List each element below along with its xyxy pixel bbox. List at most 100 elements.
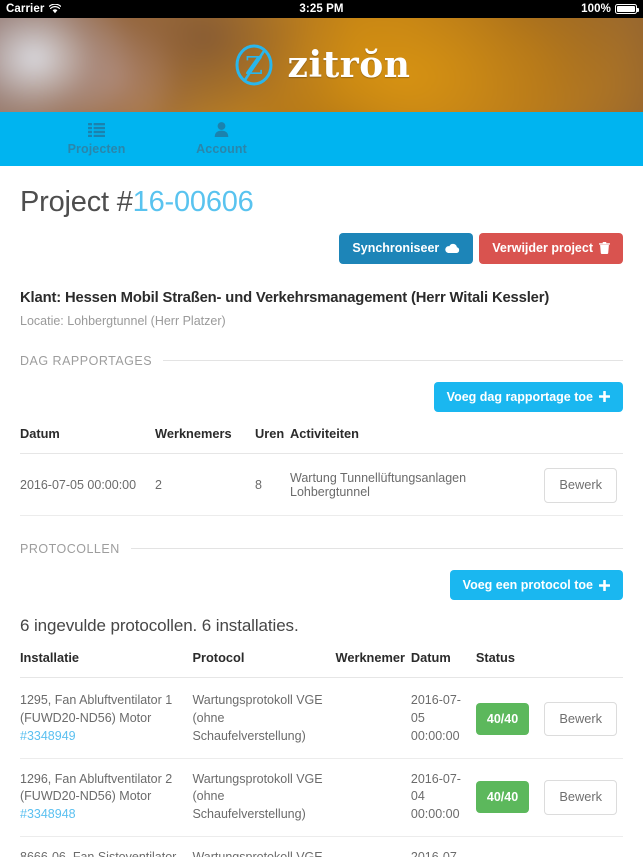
cell-installatie: 8666-06, Fan Sistoventilator 1 (ZVN 10-7… [20,836,193,857]
col-uren: Uren [255,426,290,454]
plus-icon [599,391,610,403]
main-navigation: Projecten Account [0,112,643,166]
cell-werknemer [335,836,411,857]
zitron-z-circle-logo: Z [233,44,275,86]
table-row: 1295, Fan Abluftventilator 1 (FUWD20-ND5… [20,677,623,759]
section-label-protocollen: PROTOCOLLEN [20,541,120,556]
cell-uren: 8 [255,453,290,516]
dag-rapportages-table: Datum Werknemers Uren Activiteiten 2016-… [20,426,623,516]
klant-line: Klant: Hessen Mobil Straßen- und Verkehr… [20,289,550,306]
nav-label-account: Account [196,142,247,156]
project-number: 16-00606 [132,186,254,218]
dag-rapportage-add-row: Voeg dag rapportage toe [20,381,623,412]
cell-protocol: Wartungsprotokoll VGE (ohne Schaufelvers… [192,836,336,857]
status-bar-right: 100% [581,3,639,15]
col-actions [543,650,623,679]
protocollen-summary: 6 ingevulde protocollen. 6 installaties. [20,616,299,636]
bewerk-button[interactable]: Bewerk [544,468,617,503]
voeg-een-protocol-toe-button[interactable]: Voeg een protocol toe [449,569,623,601]
status-bar: Carrier 3:25 PM 100% [0,0,643,18]
status-badge: 40/40 [475,780,530,814]
bewerk-button[interactable]: Bewerk [544,779,617,815]
cloud-icon [445,243,460,254]
cell-datum: 2016-07-05 00:00:00 [410,677,476,759]
col-installatie: Installatie [20,650,193,679]
project-action-buttons: Synchroniseer Verwijder project [20,233,623,264]
col-activiteiten: Activiteiten [290,426,541,454]
table-header-row: Datum Werknemers Uren Activiteiten [20,426,623,454]
cell-status: 40/40 [475,836,544,857]
cell-status: 40/40 [475,677,544,759]
nav-item-projecten[interactable]: Projecten [34,122,159,156]
cell-werknemers: 2 [155,453,255,516]
table-row: 1296, Fan Abluftventilator 2 (FUWD20-ND5… [20,758,623,837]
table-header-row: Installatie Protocol Werknemer Datum Sta… [20,650,623,679]
col-datum: Datum [410,650,476,679]
voeg-een-protocol-toe-label: Voeg een protocol toe [462,577,593,592]
status-bar-left: Carrier [6,3,62,15]
cell-actions: Bewerk [543,836,623,857]
status-badge: 40/40 [475,702,530,736]
cell-installatie: 1296, Fan Abluftventilator 2 (FUWD20-ND5… [20,758,193,837]
cell-activiteiten: Wartung Tunnellüftungsanlagen Lohbergtun… [290,453,541,516]
battery-percent-label: 100% [581,3,611,15]
page-title-prefix: Project # [20,186,133,218]
list-icon [88,122,105,137]
voeg-dag-rapportage-toe-button[interactable]: Voeg dag rapportage toe [433,381,623,412]
cell-werknemer [335,677,411,759]
synchroniseer-button-label: Synchroniseer [352,241,440,255]
cell-datum: 2016-07-04 00:00:00 [410,758,476,837]
trash-icon [599,242,610,255]
protocollen-table: Installatie Protocol Werknemer Datum Sta… [20,650,623,857]
status-bar-time: 3:25 PM [299,3,344,15]
installatie-serial-link[interactable]: #3348949 [20,729,76,743]
installatie-text: 1296, Fan Abluftventilator 2 (FUWD20-ND5… [20,771,173,804]
cell-protocol: Wartungsprotokoll VGE (ohne Schaufelvers… [192,677,336,759]
installatie-serial-link[interactable]: #3348948 [20,807,76,821]
cell-status: 40/40 [475,758,544,837]
brand-logo: Z zitrŏn [0,18,643,112]
app-header-banner: Z zitrŏn [0,18,643,112]
bewerk-button[interactable]: Bewerk [544,701,617,737]
cell-datum: 2016-07-04 00:00:00 [410,836,476,857]
cell-datum: 2016-07-05 00:00:00 [20,453,155,516]
locatie-line: Locatie: Lohbergtunnel (Herr Platzer) [20,313,226,328]
user-icon [214,122,229,137]
section-header-dag-rapportages: DAG RAPPORTAGES [20,354,623,368]
section-label-dag-rapportages: DAG RAPPORTAGES [20,353,153,368]
page-content: Project #16-00606 Synchroniseer Verwijde… [0,186,643,857]
table-row: 2016-07-05 00:00:00 2 8 Wartung Tunnellü… [20,453,623,516]
table-row: 8666-06, Fan Sistoventilator 1 (ZVN 10-7… [20,836,623,857]
carrier-label: Carrier [6,3,45,15]
page-title: Project #16-00606 [20,186,623,219]
col-werknemers: Werknemers [155,426,255,454]
plus-icon [599,579,610,591]
cell-installatie: 1295, Fan Abluftventilator 1 (FUWD20-ND5… [20,677,193,759]
cell-actions: Bewerk [543,677,623,759]
cell-protocol: Wartungsprotokoll VGE (ohne Schaufelvers… [192,758,336,837]
protocol-add-row: Voeg een protocol toe [20,569,623,601]
brand-wordmark: zitrŏn [287,44,411,86]
app-screen: Carrier 3:25 PM 100% Z [0,0,643,857]
voeg-dag-rapportage-toe-label: Voeg dag rapportage toe [446,389,593,404]
section-header-protocollen: PROTOCOLLEN [20,542,623,556]
synchroniseer-button[interactable]: Synchroniseer [339,233,474,264]
installatie-text: 1295, Fan Abluftventilator 1 (FUWD20-ND5… [20,693,173,726]
col-datum: Datum [20,426,155,454]
col-status: Status [475,650,544,679]
battery-full-icon [615,4,639,14]
section-divider [163,360,623,361]
nav-item-account[interactable]: Account [159,122,284,156]
section-divider [130,548,623,550]
col-protocol: Protocol [192,650,336,679]
verwijder-project-button[interactable]: Verwijder project [479,233,623,264]
col-actions [541,426,623,454]
cell-actions: Bewerk [541,453,623,516]
col-werknemer: Werknemer [335,650,411,679]
cell-werknemer [335,758,411,837]
nav-label-projecten: Projecten [67,141,126,156]
cell-actions: Bewerk [543,758,623,837]
verwijder-project-button-label: Verwijder project [492,241,593,255]
installatie-text: 8666-06, Fan Sistoventilator 1 (ZVN 10-7… [20,849,177,857]
wifi-icon [49,4,62,14]
